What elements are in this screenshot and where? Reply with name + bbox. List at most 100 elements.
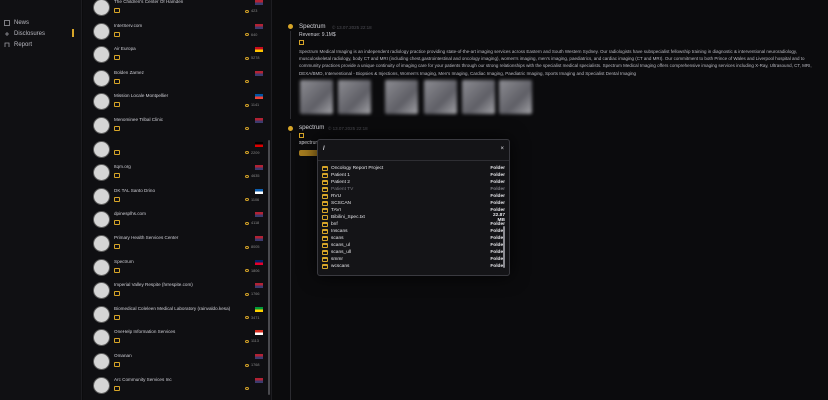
country-flag-icon: [255, 354, 263, 359]
file-row[interactable]: SCSCAN Folder: [322, 200, 505, 207]
close-icon[interactable]: ×: [500, 146, 504, 152]
company-avatar: [93, 117, 110, 134]
view-count: 423: [245, 9, 257, 13]
file-row[interactable]: Patient 1 Folder: [322, 172, 505, 179]
country-flag-icon: [255, 47, 263, 53]
file-name: SCSCAN: [331, 201, 351, 206]
list-item[interactable]: Arc Community Services Inc: [83, 375, 266, 399]
country-flag-icon: [255, 377, 263, 383]
file-row[interactable]: Patient TV Folder: [322, 186, 505, 193]
view-count-value: 2209: [251, 150, 260, 155]
country-flag-icon: [255, 94, 263, 100]
file-name: Inscans: [331, 229, 348, 234]
list-item[interactable]: Menominee Tribal Clinic: [83, 115, 266, 139]
document-icon[interactable]: [114, 220, 120, 226]
file-row[interactable]: smmr Folder: [322, 256, 505, 263]
file-row[interactable]: scans_ul Folder: [322, 242, 505, 249]
document-icon[interactable]: [114, 291, 120, 297]
image-thumbnail[interactable]: [424, 80, 457, 114]
nav-active-indicator: [72, 29, 74, 37]
company-avatar: [93, 164, 110, 182]
file-row[interactable]: RVU Folder: [322, 193, 505, 200]
document-icon[interactable]: [114, 149, 120, 155]
modal-divider: [318, 160, 509, 161]
document-icon[interactable]: [114, 314, 120, 320]
file-row[interactable]: Bibilini_Spec.txt 22.87 MB: [322, 213, 505, 223]
document-icon[interactable]: [114, 267, 120, 273]
company-name: Spectrum: [114, 258, 134, 264]
file-name: Patient TV: [331, 187, 354, 192]
document-icon[interactable]: [114, 126, 120, 131]
list-item[interactable]: OneHelp Information Services 1113: [83, 327, 266, 351]
country-flag-icon: [255, 212, 263, 218]
post-meta: © 13.07.2025 22:18: [332, 25, 372, 30]
document-icon[interactable]: [114, 102, 120, 108]
file-name: Patient 2: [331, 180, 350, 185]
document-icon[interactable]: [114, 338, 120, 344]
document-icon[interactable]: [299, 133, 304, 138]
list-item[interactable]: DK TAL Santo Drino 1106: [83, 186, 266, 210]
document-icon[interactable]: [114, 55, 120, 61]
list-item[interactable]: 2209: [83, 139, 266, 163]
left-nav: News Disclosures Report: [0, 0, 82, 400]
file-type: Folder: [490, 236, 505, 241]
list-item[interactable]: dpinesplhs.com 4118: [83, 209, 266, 233]
document-icon[interactable]: [114, 385, 120, 391]
file-row[interactable]: scans_ull Folder: [322, 249, 505, 256]
image-thumbnail[interactable]: [300, 80, 333, 114]
modal-scrollbar[interactable]: [503, 226, 505, 268]
view-count: 640: [245, 33, 257, 37]
file-row[interactable]: Oncology Report Project Folder: [322, 165, 505, 172]
view-count-value: 4118: [251, 221, 260, 226]
document-icon[interactable]: [114, 244, 120, 249]
list-item[interactable]: InterServ.com 640: [83, 21, 266, 45]
view-count-value: 8005: [251, 245, 260, 249]
eye-icon: [245, 103, 249, 107]
file-row[interactable]: Inscans Folder: [322, 228, 505, 235]
post-title[interactable]: Spectrum: [299, 23, 325, 30]
post-title[interactable]: spectrum: [299, 124, 324, 131]
company-list[interactable]: The Children's Center Of Hamden 423 InterS…: [83, 0, 272, 400]
list-item[interactable]: Itqm.org 4635: [83, 162, 266, 186]
nav-item-disclosures[interactable]: Disclosures: [4, 29, 45, 39]
image-thumbnail[interactable]: [338, 80, 371, 114]
list-item[interactable]: Biomedical Coleleen Medical Laboratory (…: [83, 304, 266, 328]
file-name: smmr: [331, 257, 343, 262]
file-row[interactable]: wcscans Folder: [322, 263, 505, 270]
file-row[interactable]: Patient 2 Folder: [322, 179, 505, 186]
file-row[interactable]: scans Folder: [322, 235, 505, 242]
document-icon[interactable]: [114, 173, 120, 179]
list-item[interactable]: Spectrum 1806: [83, 257, 266, 281]
company-avatar: [93, 305, 110, 323]
image-thumbnail[interactable]: [462, 80, 495, 114]
file-row[interactable]: TAVI Folder: [322, 207, 505, 214]
image-thumbnail[interactable]: [499, 80, 532, 114]
list-item[interactable]: Mission Locale Montpellier 1141: [83, 91, 266, 115]
folder-icon: [322, 243, 328, 248]
list-item[interactable]: Omanan 1768: [83, 351, 266, 375]
document-icon[interactable]: [299, 40, 304, 45]
company-name: Menominee Tribal Clinic: [114, 117, 164, 122]
folder-icon: [322, 173, 328, 178]
list-item[interactable]: Air Europa 5278: [83, 44, 266, 68]
file-row[interactable]: bnf Folder: [322, 221, 505, 228]
document-icon[interactable]: [114, 362, 120, 367]
country-flag-icon: [255, 0, 263, 5]
list-item[interactable]: The Children's Center Of Hamden 423: [83, 0, 266, 21]
list-scrollbar[interactable]: [268, 140, 270, 395]
document-icon[interactable]: [114, 8, 120, 13]
view-count: 1113: [245, 339, 259, 343]
company-name: DK TAL Santo Drino: [114, 187, 156, 193]
image-thumbnail[interactable]: [385, 80, 418, 114]
document-icon[interactable]: [114, 78, 120, 84]
nav-item-report[interactable]: Report: [4, 40, 32, 50]
list-item[interactable]: Primary Health Services Center 8005: [83, 233, 266, 257]
file-type: Folder: [490, 194, 505, 199]
nav-item-news[interactable]: News: [4, 18, 29, 28]
document-icon[interactable]: [114, 31, 120, 37]
list-item[interactable]: Imperial Valley Respite (hrrespite.com) 1…: [83, 280, 266, 304]
document-icon[interactable]: [114, 196, 120, 202]
view-count-value: 640: [251, 32, 258, 37]
view-count-value: 423: [251, 9, 258, 13]
list-item[interactable]: Bolden Zarnez: [83, 68, 266, 92]
